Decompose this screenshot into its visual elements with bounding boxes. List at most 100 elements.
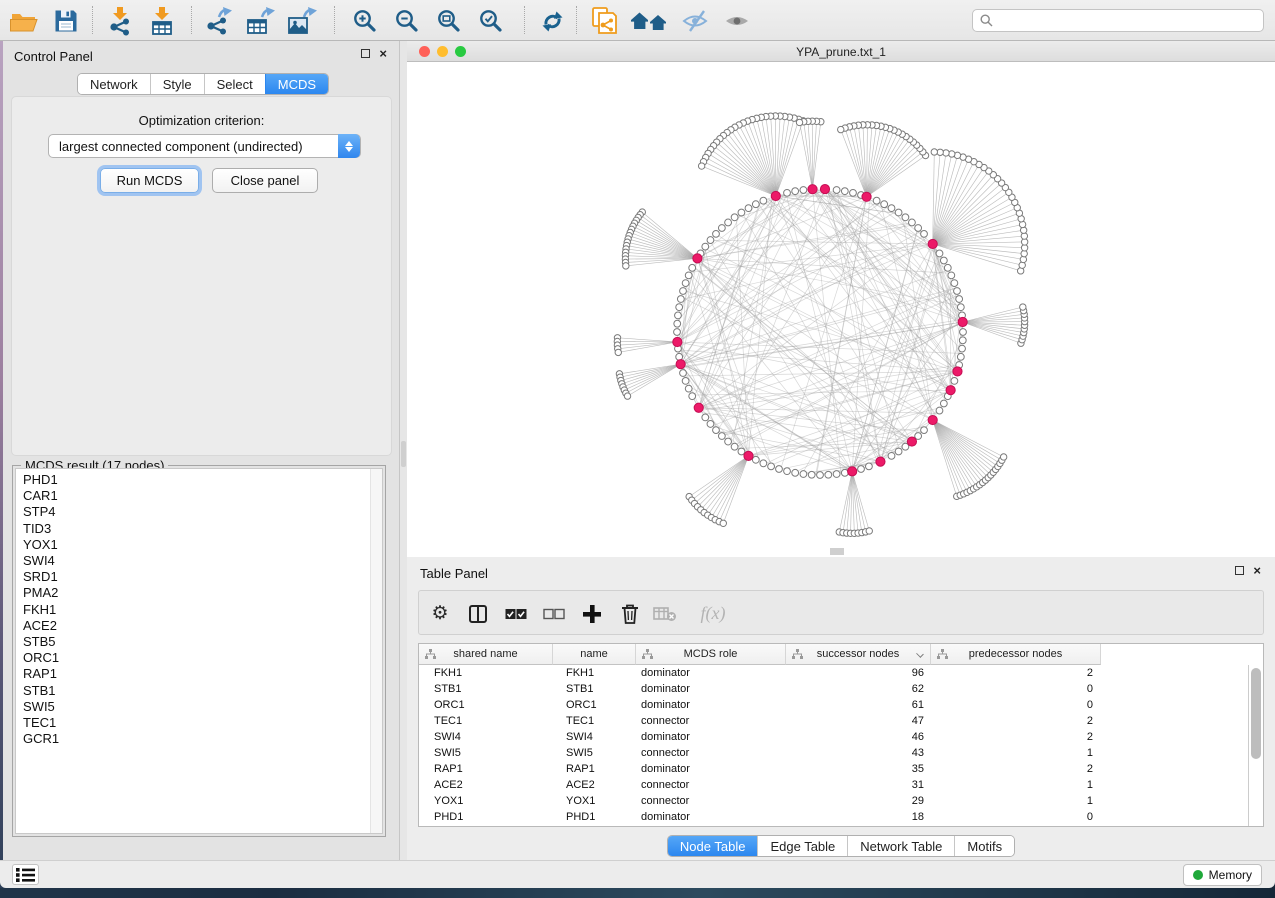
graph-node[interactable] <box>931 149 937 155</box>
zoom-fit-icon[interactable] <box>431 4 467 38</box>
graph-node[interactable] <box>948 272 955 279</box>
list-item[interactable]: SWI4 <box>16 553 382 569</box>
graph-node[interactable] <box>698 163 704 169</box>
graph-node[interactable] <box>817 472 824 479</box>
graph-node[interactable] <box>888 205 895 212</box>
graph-node[interactable] <box>702 243 709 250</box>
duplicate-network-icon[interactable] <box>586 4 622 38</box>
graph-node[interactable] <box>689 264 696 271</box>
export-network-icon[interactable] <box>200 4 236 38</box>
dominator-node[interactable] <box>673 337 682 346</box>
graph-node[interactable] <box>725 219 732 226</box>
export-image-icon[interactable] <box>284 4 320 38</box>
import-table-icon[interactable] <box>144 4 180 38</box>
graph-node[interactable] <box>745 205 752 212</box>
graph-node[interactable] <box>957 304 964 311</box>
graph-node[interactable] <box>702 414 709 421</box>
graph-node[interactable] <box>720 520 726 526</box>
graph-node[interactable] <box>960 329 967 336</box>
column-header-predecessor-nodes[interactable]: predecessor nodes <box>931 644 1101 665</box>
list-item[interactable]: TID3 <box>16 521 382 537</box>
graph-node[interactable] <box>873 197 880 204</box>
graph-node[interactable] <box>800 187 807 194</box>
dominator-node[interactable] <box>928 415 937 424</box>
graph-node[interactable] <box>768 463 775 470</box>
graph-node[interactable] <box>800 471 807 478</box>
graph-node[interactable] <box>680 370 687 377</box>
dominator-node[interactable] <box>771 191 780 200</box>
table-scrollbar-thumb[interactable] <box>1251 668 1261 759</box>
graph-node[interactable] <box>738 209 745 216</box>
graph-node[interactable] <box>1020 304 1026 310</box>
zoom-out-icon[interactable] <box>389 4 425 38</box>
graph-node[interactable] <box>792 188 799 195</box>
graph-node[interactable] <box>833 187 840 194</box>
list-item[interactable]: GCR1 <box>16 731 382 747</box>
table-row[interactable]: SWI5SWI5connector431 <box>419 745 1248 761</box>
network-canvas[interactable] <box>407 62 1275 557</box>
table-row[interactable]: RAP1RAP1dominator352 <box>419 761 1248 777</box>
run-mcds-button[interactable]: Run MCDS <box>100 168 199 193</box>
dominator-node[interactable] <box>907 437 916 446</box>
graph-node[interactable] <box>808 471 815 478</box>
list-item[interactable]: RAP1 <box>16 666 382 682</box>
graph-node[interactable] <box>674 320 681 327</box>
memory-button[interactable]: Memory <box>1183 864 1262 886</box>
list-item[interactable]: PHD1 <box>16 472 382 488</box>
graph-node[interactable] <box>784 468 791 475</box>
graph-node[interactable] <box>951 280 958 287</box>
list-item[interactable]: STB1 <box>16 683 382 699</box>
dominator-node[interactable] <box>876 457 885 466</box>
select-all-icon[interactable] <box>501 591 531 636</box>
splitter-handle[interactable] <box>401 441 406 467</box>
column-header-successor-nodes[interactable]: successor nodes <box>786 644 931 665</box>
graph-node[interactable] <box>682 378 689 385</box>
criterion-dropdown[interactable]: largest connected component (undirected) <box>48 134 361 158</box>
canvas-splitter-handle[interactable] <box>830 548 844 555</box>
list-item[interactable]: STB5 <box>16 634 382 650</box>
automation-panel-button[interactable] <box>12 864 39 885</box>
table-row[interactable]: SWI4SWI4dominator462 <box>419 729 1248 745</box>
dominator-node[interactable] <box>953 367 962 376</box>
graph-node[interactable] <box>731 214 738 221</box>
dominator-node[interactable] <box>848 467 857 476</box>
graph-node[interactable] <box>850 189 857 196</box>
close-panel-button[interactable]: Close panel <box>212 168 318 193</box>
settings-gear-icon[interactable]: ⚙ <box>425 591 455 636</box>
tab-network-table[interactable]: Network Table <box>847 836 954 856</box>
zoom-in-icon[interactable] <box>347 4 383 38</box>
graph-node[interactable] <box>959 337 966 344</box>
tab-network[interactable]: Network <box>78 74 150 94</box>
graph-node[interactable] <box>680 288 687 295</box>
column-header-name[interactable]: name <box>553 644 636 665</box>
dominator-node[interactable] <box>958 317 967 326</box>
graph-node[interactable] <box>685 272 692 279</box>
refresh-icon[interactable] <box>534 4 570 38</box>
graph-node[interactable] <box>881 201 888 208</box>
graph-node[interactable] <box>713 230 720 237</box>
graph-node[interactable] <box>888 452 895 459</box>
dominator-node[interactable] <box>676 360 685 369</box>
graph-node[interactable] <box>760 197 767 204</box>
dominator-node[interactable] <box>928 239 937 248</box>
graph-node[interactable] <box>902 214 909 221</box>
graph-node[interactable] <box>713 427 720 434</box>
column-header-MCDS-role[interactable]: MCDS role <box>636 644 786 665</box>
save-session-icon[interactable] <box>48 4 84 38</box>
table-row[interactable]: PHD1PHD1dominator180 <box>419 809 1248 825</box>
table-scrollbar[interactable] <box>1248 665 1263 826</box>
table-row[interactable]: ORC1ORC1dominator610 <box>419 697 1248 713</box>
graph-node[interactable] <box>954 288 961 295</box>
graph-node[interactable] <box>725 438 732 445</box>
graph-node[interactable] <box>796 119 802 125</box>
graph-node[interactable] <box>1000 454 1006 460</box>
graph-node[interactable] <box>675 312 682 319</box>
tab-motifs[interactable]: Motifs <box>954 836 1014 856</box>
graph-node[interactable] <box>623 263 629 269</box>
graph-node[interactable] <box>956 296 963 303</box>
graph-node[interactable] <box>792 469 799 476</box>
graph-node[interactable] <box>921 427 928 434</box>
graph-node[interactable] <box>959 345 966 352</box>
graph-node[interactable] <box>738 448 745 455</box>
dominator-node[interactable] <box>693 254 702 263</box>
